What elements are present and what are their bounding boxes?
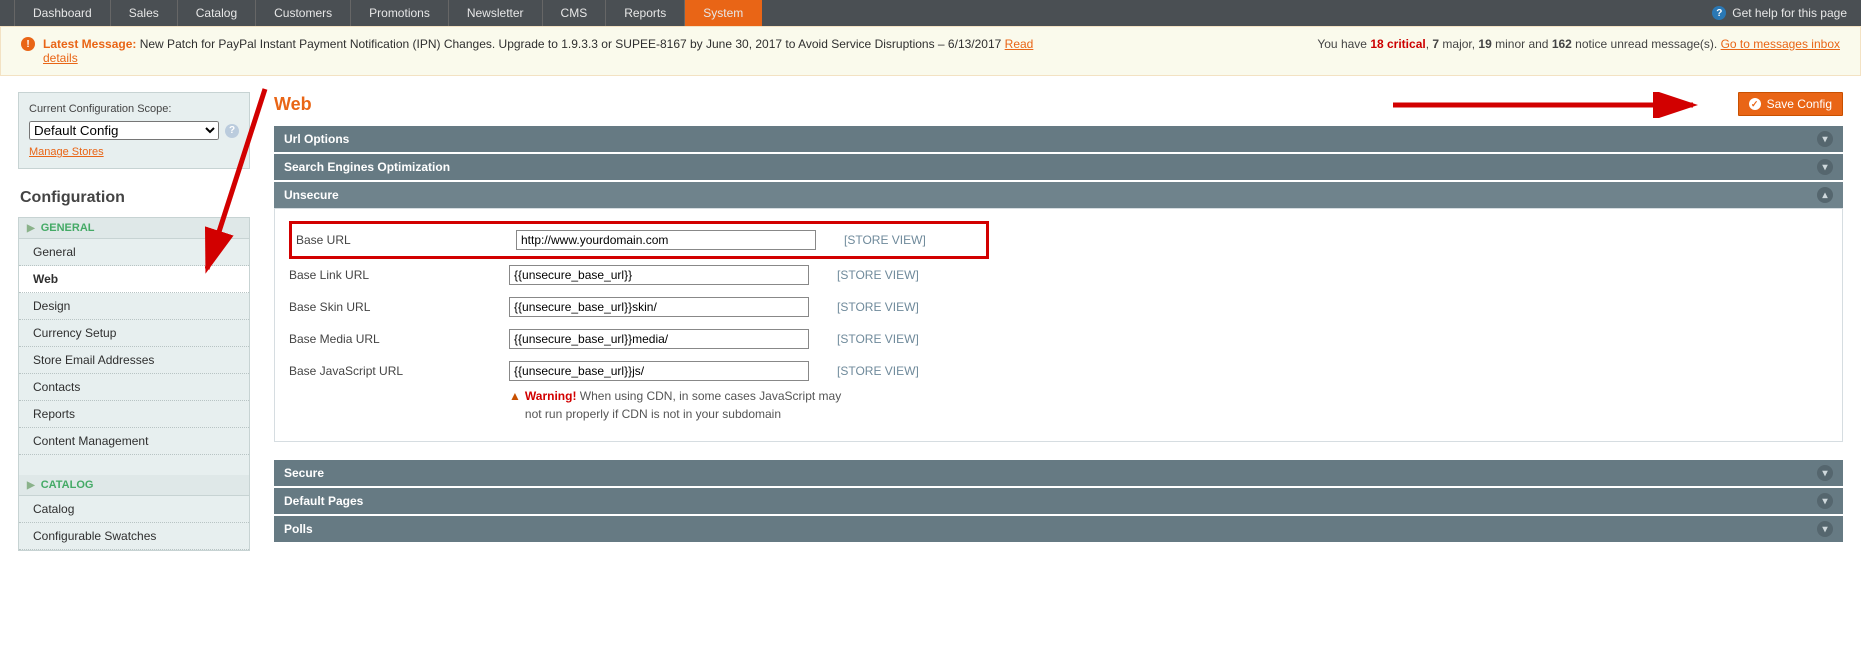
chevron-down-icon: ▾ bbox=[1817, 465, 1833, 481]
panel-url-options[interactable]: Url Options ▾ bbox=[274, 126, 1843, 152]
latest-message-label: Latest Message: bbox=[43, 37, 136, 51]
menu-item-content-management[interactable]: Content Management bbox=[19, 428, 249, 455]
base-link-url-input[interactable] bbox=[509, 265, 809, 285]
scope-label: [STORE VIEW] bbox=[837, 300, 919, 314]
sidebar: Current Configuration Scope: Default Con… bbox=[18, 92, 250, 551]
chevron-down-icon: ▾ bbox=[1817, 493, 1833, 509]
triangle-up-icon: ▲ bbox=[509, 387, 521, 423]
nav-promotions[interactable]: Promotions bbox=[351, 0, 449, 26]
base-url-input[interactable] bbox=[516, 230, 816, 250]
chevron-right-icon: ▶ bbox=[27, 223, 35, 234]
manage-stores-link[interactable]: Manage Stores bbox=[29, 146, 104, 158]
base-skin-url-input[interactable] bbox=[509, 297, 809, 317]
menu-item-currency-setup[interactable]: Currency Setup bbox=[19, 320, 249, 347]
main-content: Web ✓ Save Config Url Options ▾ Search E… bbox=[274, 92, 1843, 544]
help-text: Get help for this page bbox=[1732, 6, 1847, 20]
page-title: Web bbox=[274, 94, 312, 115]
configuration-heading: Configuration bbox=[20, 189, 250, 207]
base-media-url-input[interactable] bbox=[509, 329, 809, 349]
menu-item-design[interactable]: Design bbox=[19, 293, 249, 320]
hint-icon[interactable]: ? bbox=[225, 124, 239, 138]
chevron-up-icon: ▴ bbox=[1817, 187, 1833, 203]
menu-item-general[interactable]: General bbox=[19, 239, 249, 266]
check-icon: ✓ bbox=[1749, 98, 1761, 110]
messages-inbox-link[interactable]: Go to messages inbox bbox=[1721, 37, 1840, 51]
scope-label: Current Configuration Scope: bbox=[29, 103, 239, 115]
warning-icon: ! bbox=[21, 37, 35, 51]
panel-unsecure[interactable]: Unsecure ▴ bbox=[274, 182, 1843, 208]
nav-system[interactable]: System bbox=[685, 0, 762, 26]
menu-item-store-email[interactable]: Store Email Addresses bbox=[19, 347, 249, 374]
panel-seo[interactable]: Search Engines Optimization ▾ bbox=[274, 154, 1843, 180]
field-label: Base Media URL bbox=[289, 332, 509, 346]
latest-message-body: New Patch for PayPal Instant Payment Not… bbox=[140, 37, 1005, 51]
field-label: Base Link URL bbox=[289, 268, 509, 282]
section-catalog[interactable]: ▶ CATALOG bbox=[19, 475, 249, 496]
field-label: Base Skin URL bbox=[289, 300, 509, 314]
panel-polls[interactable]: Polls ▾ bbox=[274, 516, 1843, 542]
chevron-down-icon: ▾ bbox=[1817, 521, 1833, 537]
scope-label: [STORE VIEW] bbox=[837, 364, 919, 378]
scope-select[interactable]: Default Config bbox=[29, 121, 219, 140]
nav-dashboard[interactable]: Dashboard bbox=[14, 0, 111, 26]
section-general[interactable]: ▶ GENERAL bbox=[19, 218, 249, 239]
scope-label: [STORE VIEW] bbox=[837, 332, 919, 346]
menu-item-web[interactable]: Web bbox=[19, 266, 249, 293]
help-link[interactable]: ? Get help for this page bbox=[1712, 0, 1847, 26]
field-label: Base JavaScript URL bbox=[289, 364, 509, 378]
nav-sales[interactable]: Sales bbox=[111, 0, 178, 26]
base-js-url-input[interactable] bbox=[509, 361, 809, 381]
config-menu: ▶ GENERAL General Web Design Currency Se… bbox=[18, 217, 250, 551]
menu-item-configurable-swatches[interactable]: Configurable Swatches bbox=[19, 523, 249, 550]
chevron-right-icon: ▶ bbox=[27, 480, 35, 491]
help-icon: ? bbox=[1712, 6, 1726, 20]
message-text: Latest Message: New Patch for PayPal Ins… bbox=[43, 37, 1053, 65]
chevron-down-icon: ▾ bbox=[1817, 131, 1833, 147]
notification-summary: You have 18 critical, 7 major, 19 minor … bbox=[1317, 37, 1840, 51]
field-label: Base URL bbox=[296, 233, 516, 247]
nav-catalog[interactable]: Catalog bbox=[178, 0, 256, 26]
nav-cms[interactable]: CMS bbox=[543, 0, 607, 26]
message-bar: ! Latest Message: New Patch for PayPal I… bbox=[0, 26, 1861, 76]
menu-item-reports[interactable]: Reports bbox=[19, 401, 249, 428]
nav-customers[interactable]: Customers bbox=[256, 0, 351, 26]
cdn-warning-note: ▲ Warning! When using CDN, in some cases… bbox=[509, 387, 849, 423]
panel-secure[interactable]: Secure ▾ bbox=[274, 460, 1843, 486]
scope-label: [STORE VIEW] bbox=[837, 268, 919, 282]
save-config-button[interactable]: ✓ Save Config bbox=[1738, 92, 1843, 116]
menu-item-catalog[interactable]: Catalog bbox=[19, 496, 249, 523]
nav-newsletter[interactable]: Newsletter bbox=[449, 0, 543, 26]
highlight-base-url: Base URL [STORE VIEW] bbox=[289, 221, 989, 259]
menu-item-contacts[interactable]: Contacts bbox=[19, 374, 249, 401]
scope-label: [STORE VIEW] bbox=[844, 233, 926, 247]
chevron-down-icon: ▾ bbox=[1817, 159, 1833, 175]
annotation-arrow-icon bbox=[1393, 92, 1713, 118]
nav-reports[interactable]: Reports bbox=[606, 0, 685, 26]
panel-unsecure-body: Base URL [STORE VIEW] Base Link URL [STO… bbox=[274, 208, 1843, 442]
top-nav: Dashboard Sales Catalog Customers Promot… bbox=[0, 0, 1861, 26]
scope-box: Current Configuration Scope: Default Con… bbox=[18, 92, 250, 169]
panel-default-pages[interactable]: Default Pages ▾ bbox=[274, 488, 1843, 514]
